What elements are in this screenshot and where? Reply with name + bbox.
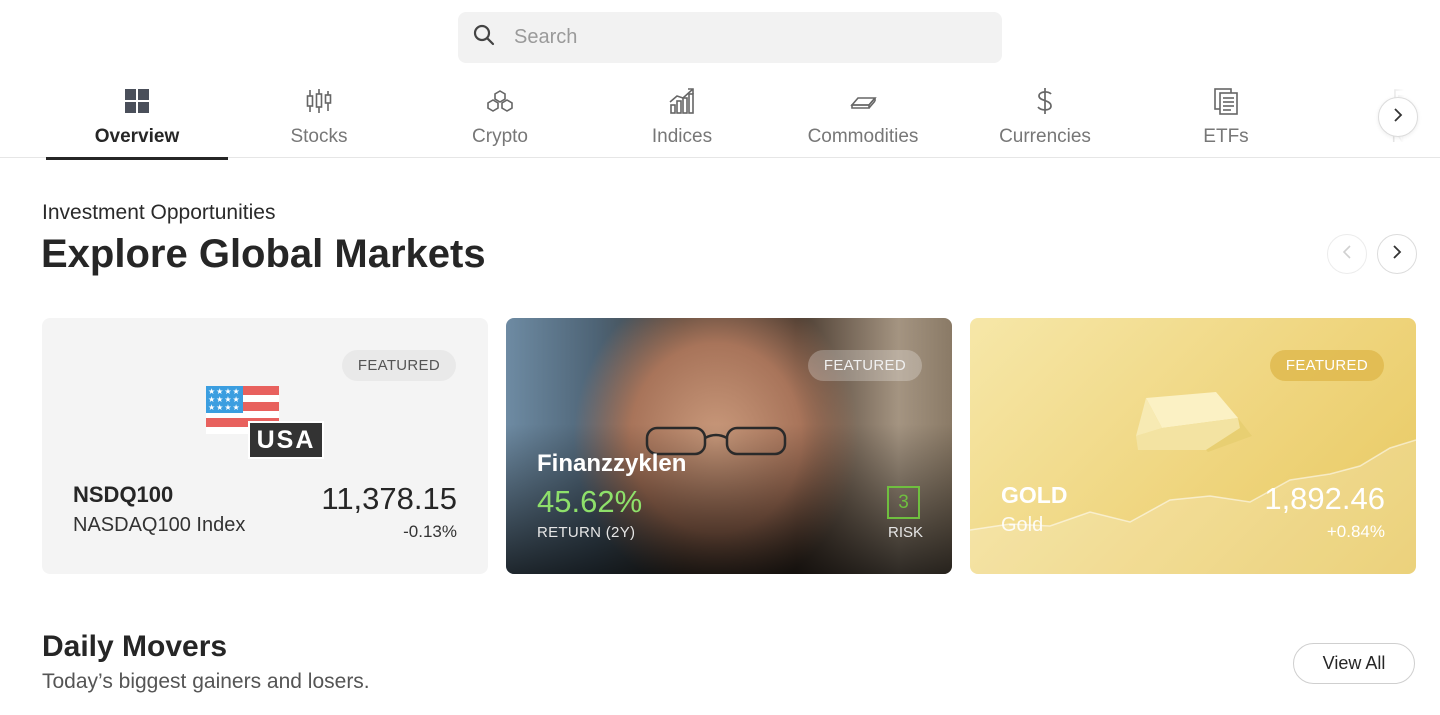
- search-input[interactable]: [514, 26, 954, 49]
- section-eyebrow: Investment Opportunities: [42, 201, 276, 224]
- investor-return: 45.62%: [537, 484, 643, 519]
- tab-label: Stocks: [290, 126, 348, 147]
- carousel-next-button[interactable]: [1377, 234, 1417, 274]
- daily-movers-title: Daily Movers: [42, 630, 228, 663]
- risk-label: RISK: [888, 524, 924, 541]
- tab-commodities[interactable]: Commodities: [772, 76, 954, 158]
- tab-label: Crypto: [472, 126, 528, 147]
- dollar-icon: [1030, 84, 1060, 118]
- instrument-name: NASDAQ100 Index: [73, 514, 246, 536]
- daily-movers-subtitle: Today’s biggest gainers and losers.: [42, 670, 370, 693]
- gold-bar-icon: [1136, 392, 1252, 452]
- search-bar[interactable]: [458, 12, 1002, 63]
- tab-label: Currencies: [999, 126, 1091, 147]
- chevron-right-icon: [1391, 107, 1405, 127]
- tab-etfs[interactable]: ETFs: [1135, 76, 1317, 158]
- featured-badge: FEATURED: [1269, 350, 1384, 381]
- market-tabs: Overview Stocks Crypto Indices Commoditi…: [0, 76, 1440, 160]
- featured-card-gold[interactable]: FEATURED GOLD Gold 1,892.46 +0.84%: [970, 318, 1416, 574]
- chevron-left-icon: [1340, 244, 1354, 264]
- flag-label: USA: [248, 421, 324, 459]
- tab-label: Commodities: [807, 126, 919, 147]
- instrument-price: 1,892.46: [1264, 481, 1385, 516]
- featured-card-nsdq100[interactable]: FEATURED ★★★★ ★★★★ ★★★★ USA NSDQ100 NASDAQ…: [42, 318, 488, 574]
- instrument-symbol: NSDQ100: [73, 482, 174, 507]
- bar-chart-icon: [667, 84, 697, 118]
- carousel-prev-button[interactable]: [1327, 234, 1367, 274]
- instrument-price: 11,378.15: [321, 481, 457, 516]
- usa-flag-icon: ★★★★ ★★★★ ★★★★ USA: [206, 386, 324, 459]
- tab-currencies[interactable]: Currencies: [954, 76, 1136, 158]
- gold-bar-icon: [848, 84, 878, 118]
- tab-overview[interactable]: Overview: [46, 76, 228, 160]
- search-icon: [472, 23, 496, 52]
- candlestick-icon: [304, 84, 334, 118]
- instrument-change: +0.84%: [1326, 522, 1385, 541]
- instrument-change: -0.13%: [403, 522, 457, 541]
- view-all-button[interactable]: View All: [1293, 643, 1415, 684]
- documents-icon: [1211, 84, 1241, 118]
- tab-label: Indices: [651, 126, 713, 147]
- risk-score: 3: [887, 486, 920, 519]
- instrument-symbol: GOLD: [1001, 482, 1068, 508]
- chevron-right-icon: [1390, 244, 1404, 264]
- featured-badge: FEATURED: [341, 350, 456, 381]
- tab-crypto[interactable]: Crypto: [409, 76, 591, 158]
- grid-icon: [122, 84, 152, 118]
- featured-card-investor[interactable]: FEATURED Finanzzyklen 45.62% RETURN (2Y)…: [506, 318, 952, 574]
- tab-label: ETFs: [1203, 126, 1249, 147]
- tab-indices[interactable]: Indices: [591, 76, 773, 158]
- tabs-next-button[interactable]: [1378, 97, 1418, 137]
- crypto-nodes-icon: [485, 84, 515, 118]
- tab-stocks[interactable]: Stocks: [228, 76, 410, 158]
- featured-badge: FEATURED: [807, 350, 922, 381]
- tab-label: Overview: [94, 126, 180, 147]
- section-title: Explore Global Markets: [41, 232, 486, 276]
- instrument-name: Gold: [1001, 514, 1044, 536]
- investor-name: Finanzzyklen: [537, 450, 687, 477]
- return-label: RETURN (2Y): [537, 524, 636, 541]
